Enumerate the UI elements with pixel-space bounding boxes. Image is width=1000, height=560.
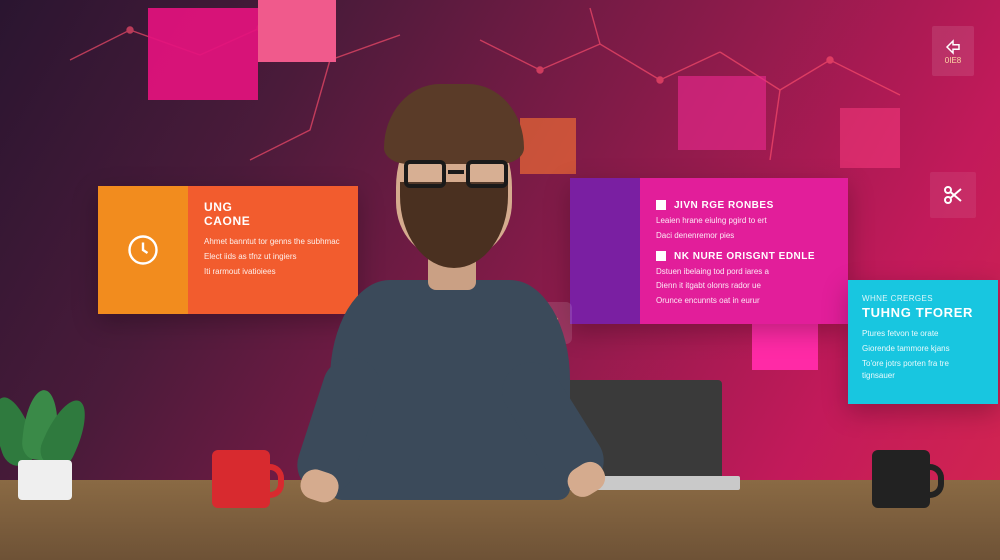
- card-right-title: TUHNG TFORER: [862, 305, 984, 320]
- title-line: CAONE: [204, 214, 250, 228]
- bullet-icon: [656, 200, 666, 210]
- bullet-icon: [656, 251, 666, 261]
- card-center-heading: JIVN RGE RONBES: [656, 200, 832, 211]
- badge-top-right: 0IE8: [932, 26, 974, 76]
- card-left-icon-col: [98, 186, 188, 314]
- info-card-right: WHNE CRERGES TUHNG TFORER Ptures fetvon …: [848, 280, 998, 404]
- card-line: Giorende tammore kjans: [862, 343, 984, 356]
- card-line: Dienn it itgabt olonrs rador ue: [656, 280, 832, 293]
- scissors-icon-box: [930, 172, 976, 218]
- card-line: Daci denenremor pies: [656, 230, 832, 243]
- card-center-heading: NK NURE ORISGNT EDNLE: [656, 251, 832, 262]
- share-icon: [944, 38, 962, 56]
- mug-dark: [872, 450, 930, 508]
- card-line: Leaien hrane eiulng pgird to ert: [656, 215, 832, 228]
- deco-square: [148, 8, 258, 100]
- deco-square: [678, 76, 766, 150]
- card-right-eyebrow: WHNE CRERGES: [862, 294, 984, 303]
- badge-label: 0IE8: [945, 56, 961, 65]
- card-right-body: WHNE CRERGES TUHNG TFORER Ptures fetvon …: [848, 280, 998, 404]
- heading-text: NK NURE ORISGNT EDNLE: [674, 251, 815, 262]
- deco-square: [258, 0, 336, 62]
- mug-red: [212, 450, 270, 508]
- title-line: UNG: [204, 200, 232, 214]
- card-line: Orunce encunnts oat in eurur: [656, 295, 832, 308]
- card-line: To'ore jotrs porten fra tre tignsauer: [862, 358, 984, 384]
- plant: [0, 380, 100, 500]
- info-card-center: JIVN RGE RONBES Leaien hrane eiulng pgir…: [570, 178, 848, 324]
- person: [300, 80, 600, 500]
- scissors-icon: [941, 183, 965, 207]
- clock-icon: [125, 232, 161, 268]
- card-line: Dstuen ibelaing tod pord iares a: [656, 266, 832, 279]
- heading-text: JIVN RGE RONBES: [674, 200, 774, 211]
- card-center-body: JIVN RGE RONBES Leaien hrane eiulng pgir…: [640, 178, 848, 324]
- deco-square: [840, 108, 900, 168]
- card-line: Ptures fetvon te orate: [862, 328, 984, 341]
